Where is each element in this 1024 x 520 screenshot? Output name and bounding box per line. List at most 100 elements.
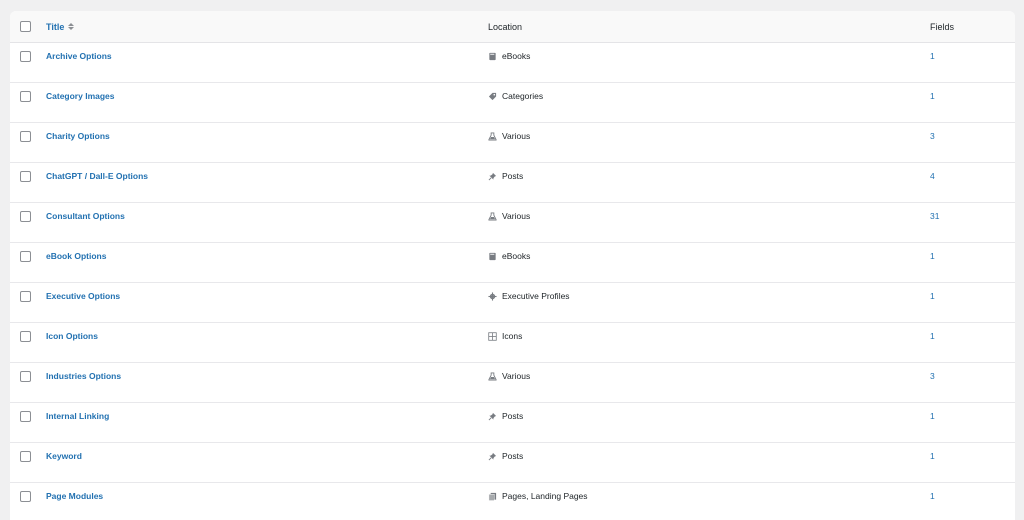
fields-count[interactable]: 1	[930, 51, 935, 61]
table-row: Icon Options Icons 1	[10, 323, 1015, 363]
location-cell: Various	[488, 203, 530, 229]
pin-icon	[488, 172, 497, 181]
gear-icon	[488, 291, 497, 301]
location-header-label: Location	[488, 21, 523, 32]
fields-count[interactable]: 1	[930, 91, 935, 101]
sort-icon[interactable]	[68, 23, 75, 30]
fields-header-label: Fields	[930, 21, 955, 32]
fields-cell: 1	[930, 323, 935, 349]
column-header-fields: Fields	[930, 11, 954, 42]
location-label: Icons	[502, 331, 523, 341]
fields-cell: 1	[930, 243, 935, 269]
location-cell: Executive Profiles	[488, 283, 570, 309]
table-header: Title Location Fields	[10, 11, 1015, 43]
fields-cell: 1	[930, 43, 935, 69]
title-cell: Executive Options	[46, 283, 120, 309]
table-row: Category Images Categories 1	[10, 83, 1015, 123]
field-group-title-link[interactable]: Industries Options	[46, 371, 121, 381]
row-checkbox[interactable]	[20, 371, 31, 382]
location-label: Various	[502, 371, 531, 381]
location-cell: Posts	[488, 163, 523, 189]
title-cell: Keyword	[46, 443, 82, 469]
location-cell: eBooks	[488, 243, 530, 269]
fields-count[interactable]: 3	[930, 131, 935, 141]
fields-count[interactable]: 4	[930, 171, 935, 181]
row-checkbox[interactable]	[20, 451, 31, 462]
field-group-title-link[interactable]: Charity Options	[46, 131, 110, 141]
row-checkbox[interactable]	[20, 91, 31, 102]
fields-cell: 31	[930, 203, 939, 229]
location-cell: Pages, Landing Pages	[488, 483, 588, 509]
fields-count[interactable]: 1	[930, 411, 935, 421]
field-group-title-link[interactable]: Page Modules	[46, 491, 103, 501]
field-groups-table: Title Location Fields Archive Options eBo…	[10, 11, 1015, 520]
fields-cell: 1	[930, 283, 935, 309]
location-cell: Posts	[488, 443, 523, 469]
book-icon	[488, 252, 497, 261]
location-cell: Icons	[488, 323, 522, 349]
row-checkbox[interactable]	[20, 291, 31, 302]
title-cell: Internal Linking	[46, 403, 109, 429]
location-label: Categories	[502, 91, 544, 101]
field-group-title-link[interactable]: Keyword	[46, 451, 82, 461]
field-group-title-link[interactable]: ChatGPT / Dall-E Options	[46, 171, 148, 181]
field-group-title-link[interactable]: Consultant Options	[46, 211, 125, 221]
title-cell: Category Images	[46, 83, 115, 109]
field-group-title-link[interactable]: Archive Options	[46, 51, 112, 61]
select-all-checkbox[interactable]	[20, 21, 31, 32]
fields-count[interactable]: 31	[930, 211, 939, 221]
table-row: Charity Options Various 3	[10, 123, 1015, 163]
field-group-title-link[interactable]: Executive Options	[46, 291, 120, 301]
fields-count[interactable]: 3	[930, 371, 935, 381]
flask-icon	[488, 211, 497, 221]
title-header-label[interactable]: Title	[46, 22, 64, 32]
fields-count[interactable]: 1	[930, 251, 935, 261]
field-group-title-link[interactable]: eBook Options	[46, 251, 106, 261]
grid-icon	[488, 331, 497, 341]
flask-icon	[488, 371, 497, 381]
row-checkbox[interactable]	[20, 411, 31, 422]
row-checkbox[interactable]	[20, 211, 31, 222]
table-row: eBook Options eBooks 1	[10, 243, 1015, 283]
location-label: Various	[502, 211, 531, 221]
row-checkbox[interactable]	[20, 131, 31, 142]
field-group-title-link[interactable]: Icon Options	[46, 331, 98, 341]
row-checkbox[interactable]	[20, 491, 31, 502]
pages-icon	[488, 492, 497, 501]
pin-icon	[488, 452, 497, 461]
table-row: Archive Options eBooks 1	[10, 43, 1015, 83]
title-cell: Charity Options	[46, 123, 110, 149]
location-label: Posts	[502, 411, 524, 421]
fields-cell: 4	[930, 163, 935, 189]
row-checkbox[interactable]	[20, 251, 31, 262]
table-row: Industries Options Various 3	[10, 363, 1015, 403]
location-label: Posts	[502, 451, 524, 461]
location-cell: Posts	[488, 403, 523, 429]
row-checkbox[interactable]	[20, 51, 31, 62]
row-checkbox[interactable]	[20, 171, 31, 182]
row-checkbox[interactable]	[20, 331, 31, 342]
fields-cell: 1	[930, 403, 935, 429]
location-label: Pages, Landing Pages	[502, 491, 588, 501]
title-cell: Icon Options	[46, 323, 98, 349]
tag-icon	[488, 92, 497, 101]
field-group-title-link[interactable]: Internal Linking	[46, 411, 109, 421]
location-label: eBooks	[502, 51, 531, 61]
column-header-title[interactable]: Title	[46, 11, 75, 42]
fields-cell: 1	[930, 83, 935, 109]
book-icon	[488, 52, 497, 61]
fields-count[interactable]: 1	[930, 331, 935, 341]
title-cell: ChatGPT / Dall-E Options	[46, 163, 148, 189]
field-group-title-link[interactable]: Category Images	[46, 91, 115, 101]
location-label: Various	[502, 131, 531, 141]
fields-count[interactable]: 1	[930, 491, 935, 501]
fields-count[interactable]: 1	[930, 291, 935, 301]
title-cell: eBook Options	[46, 243, 106, 269]
location-label: Posts	[502, 171, 524, 181]
location-cell: Various	[488, 123, 530, 149]
location-label: eBooks	[502, 251, 531, 261]
table-row: Executive Options Executive Profiles 1	[10, 283, 1015, 323]
fields-cell: 1	[930, 443, 935, 469]
fields-count[interactable]: 1	[930, 451, 935, 461]
location-cell: Categories	[488, 83, 543, 109]
